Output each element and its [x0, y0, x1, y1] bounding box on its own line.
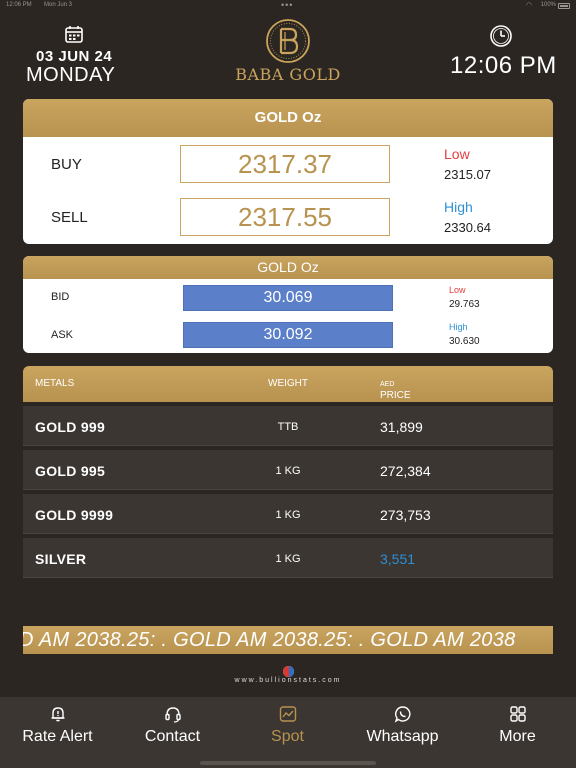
col-price-unit: AED: [380, 381, 395, 388]
metal-name: GOLD 999: [35, 419, 106, 435]
metal-price: 272,384: [380, 463, 431, 479]
spot-low-label: Low: [444, 146, 470, 162]
clock-icon: [490, 25, 512, 47]
bid-ask-high-label: High: [449, 322, 468, 332]
ask-label: ASK: [51, 329, 74, 341]
ask-price: 30.092: [183, 322, 393, 348]
col-metals: METALS: [35, 378, 75, 389]
col-price: PRICE AED: [380, 378, 411, 401]
spot-high-label: High: [444, 199, 473, 215]
tab-label: Contact: [144, 728, 201, 745]
gold-spot-title: GOLD Oz: [23, 99, 553, 137]
bid-ask-low-value: 29.763: [449, 299, 480, 310]
status-time: 12:06 PM: [6, 2, 32, 8]
ticker-text: D AM 2038.25: . GOLD AM 2038.25: . GOLD …: [23, 629, 516, 651]
metal-name: SILVER: [35, 551, 87, 567]
current-day: MONDAY: [26, 64, 116, 86]
metal-name: GOLD 9999: [35, 507, 114, 523]
headset-icon: [165, 707, 181, 723]
spot-high-value: 2330.64: [444, 220, 491, 235]
tab-spot[interactable]: Spot: [230, 697, 345, 768]
spot-low-value: 2315.07: [444, 167, 491, 182]
status-date: Mon Jun 3: [44, 2, 73, 8]
bid-price: 30.069: [183, 285, 393, 311]
tab-whatsapp[interactable]: Whatsapp: [345, 697, 460, 768]
home-indicator[interactable]: [200, 761, 376, 765]
current-time: 12:06 PM: [450, 52, 557, 79]
grid-icon: [510, 706, 526, 722]
table-row: GOLD 9999 1 KG 273,753: [23, 494, 553, 534]
chart-icon: [279, 706, 297, 722]
metal-price: 3,551: [380, 551, 416, 567]
metals-table: METALS WEIGHT PRICE AED GOLD 999 TTB 31,…: [23, 366, 553, 578]
tab-label: Spot: [271, 728, 304, 745]
table-row: GOLD 999 TTB 31,899: [23, 406, 553, 446]
buy-price: 2317.37: [180, 145, 390, 183]
bottom-tab-bar: Rate Alert Contact Spot Whatsapp More: [0, 697, 576, 768]
wifi-icon: ◠: [525, 2, 532, 9]
baba-gold-logo-icon: [266, 19, 310, 63]
battery-icon: [558, 3, 570, 9]
metal-weight: TTB: [277, 421, 299, 433]
tab-rate-alert[interactable]: Rate Alert: [0, 697, 115, 768]
status-bar: 12:06 PM Mon Jun 3 ••• ◠ 100%: [0, 0, 576, 12]
col-weight: WEIGHT: [268, 378, 308, 389]
multitasking-dots-icon[interactable]: •••: [281, 0, 293, 10]
tab-label: Rate Alert: [22, 728, 93, 745]
calendar-icon: [65, 26, 83, 43]
metal-weight: 1 KG: [275, 509, 301, 521]
bid-ask-low-label: Low: [449, 285, 466, 295]
table-row: GOLD 995 1 KG 272,384: [23, 450, 553, 490]
metals-table-header: METALS WEIGHT PRICE AED: [23, 366, 553, 402]
current-date: 03 JUN 24: [36, 48, 113, 65]
metal-weight: 1 KG: [275, 465, 301, 477]
bid-label: BID: [51, 291, 70, 303]
whatsapp-icon: [394, 706, 411, 723]
bid-ask-card: GOLD Oz BID 30.069 Low 29.763 ASK 30.092…: [23, 256, 553, 353]
bid-ask-high-value: 30.630: [449, 336, 480, 347]
buy-label: BUY: [51, 156, 82, 173]
tab-label: More: [499, 728, 536, 745]
bullionstats-logo-icon: [283, 666, 294, 677]
tab-contact[interactable]: Contact: [115, 697, 230, 768]
battery-percent: 100%: [540, 2, 556, 8]
sell-label: SELL: [51, 209, 88, 226]
table-row: SILVER 1 KG 3,551: [23, 538, 553, 578]
metal-price: 31,899: [380, 419, 423, 435]
news-ticker: D AM 2038.25: . GOLD AM 2038.25: . GOLD …: [23, 626, 553, 654]
bid-ask-title: GOLD Oz: [23, 256, 553, 279]
bullionstats-link[interactable]: www.bullionstats.com: [200, 677, 376, 684]
tab-more[interactable]: More: [460, 697, 575, 768]
bell-icon: [51, 707, 65, 722]
metal-name: GOLD 995: [35, 463, 106, 479]
sell-price: 2317.55: [180, 198, 390, 236]
brand-name: BABA GOLD: [235, 65, 341, 84]
app-header: 03 JUN 24 MONDAY BABA GOLD 12:06 PM: [0, 18, 576, 88]
gold-spot-card: GOLD Oz BUY 2317.37 Low 2315.07 SELL 231…: [23, 99, 553, 244]
metal-weight: 1 KG: [275, 553, 301, 565]
metal-price: 273,753: [380, 507, 431, 523]
col-price-label: PRICE: [380, 390, 411, 401]
tab-label: Whatsapp: [366, 728, 439, 745]
